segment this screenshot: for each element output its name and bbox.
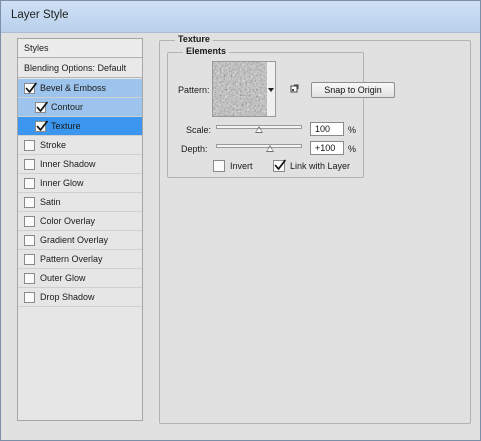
style-item-checkbox[interactable]	[24, 140, 35, 151]
scale-input[interactable]: 100	[310, 122, 344, 136]
style-item-checkbox[interactable]	[24, 159, 35, 170]
invert-label: Invert	[230, 161, 253, 171]
blending-options-item[interactable]: Blending Options: Default	[18, 59, 142, 78]
style-item-label: Drop Shadow	[40, 292, 95, 302]
scale-label: Scale:	[186, 125, 212, 135]
style-item-label: Texture	[51, 121, 81, 131]
depth-slider-thumb[interactable]	[266, 145, 275, 152]
depth-slider-track[interactable]	[216, 144, 302, 148]
style-item-checkbox[interactable]	[24, 273, 35, 284]
checkmark-icon	[36, 120, 48, 131]
style-item-checkbox[interactable]	[24, 292, 35, 303]
depth-label: Depth:	[181, 144, 208, 154]
checkmark-icon	[36, 101, 48, 112]
style-item-drop-shadow[interactable]: Drop Shadow	[18, 288, 142, 307]
style-item-bevel-emboss[interactable]: Bevel & Emboss	[18, 79, 142, 98]
style-item-checkbox[interactable]	[24, 254, 35, 265]
elements-title: Elements	[183, 46, 230, 56]
style-item-checkbox[interactable]	[24, 82, 37, 94]
style-item-checkbox[interactable]	[24, 178, 35, 189]
scale-percent-sign: %	[348, 125, 357, 135]
style-item-label: Outer Glow	[40, 273, 86, 283]
style-item-checkbox[interactable]	[35, 101, 48, 113]
style-item-label: Inner Glow	[40, 178, 84, 188]
style-item-label: Pattern Overlay	[40, 254, 103, 264]
checkmark-icon	[274, 159, 286, 170]
new-preset-icon[interactable]	[290, 84, 300, 94]
style-item-label: Gradient Overlay	[40, 235, 109, 245]
blending-options-label: Blending Options: Default	[24, 63, 127, 73]
style-item-inner-shadow[interactable]: Inner Shadow	[18, 155, 142, 174]
snap-to-origin-button[interactable]: Snap to Origin	[311, 82, 395, 98]
style-item-label: Inner Shadow	[40, 159, 96, 169]
styles-header[interactable]: Styles	[18, 39, 142, 58]
style-item-checkbox[interactable]	[24, 235, 35, 246]
style-item-label: Stroke	[40, 140, 67, 150]
title-bar: Layer Style	[1, 1, 480, 33]
style-item-inner-glow[interactable]: Inner Glow	[18, 174, 142, 193]
style-item-outer-glow[interactable]: Outer Glow	[18, 269, 142, 288]
style-item-contour[interactable]: Contour	[18, 98, 142, 117]
style-item-stroke[interactable]: Stroke	[18, 136, 142, 155]
link-with-layer-label: Link with Layer	[290, 161, 351, 171]
pattern-dropdown-button[interactable]	[267, 61, 276, 117]
checkmark-icon	[25, 82, 37, 93]
invert-checkbox[interactable]	[213, 160, 225, 172]
pattern-swatch[interactable]	[212, 61, 268, 117]
dialog-title: Layer Style	[11, 9, 69, 21]
scale-slider-thumb[interactable]	[255, 126, 263, 133]
depth-percent-sign: %	[348, 144, 357, 154]
style-item-satin[interactable]: Satin	[18, 193, 142, 212]
style-item-pattern-overlay[interactable]: Pattern Overlay	[18, 250, 142, 269]
style-item-checkbox[interactable]	[24, 216, 35, 227]
style-item-label: Contour	[51, 102, 84, 112]
style-item-texture[interactable]: Texture	[18, 117, 142, 136]
style-item-label: Satin	[40, 197, 61, 207]
style-item-checkbox[interactable]	[35, 120, 48, 132]
style-item-label: Bevel & Emboss	[40, 83, 107, 93]
style-item-gradient-overlay[interactable]: Gradient Overlay	[18, 231, 142, 250]
pattern-texture-image	[213, 62, 267, 116]
link-with-layer-checkbox[interactable]	[273, 159, 286, 172]
style-item-label: Color Overlay	[40, 216, 96, 226]
pattern-label: Pattern:	[178, 85, 210, 95]
layer-style-dialog: Layer Style Styles Blending Options: Def…	[0, 0, 481, 441]
styles-list: Styles Blending Options: Default Bevel &…	[17, 38, 143, 421]
depth-input[interactable]: +100	[310, 141, 344, 155]
texture-section-title: Texture	[175, 34, 213, 44]
style-item-color-overlay[interactable]: Color Overlay	[18, 212, 142, 231]
style-item-checkbox[interactable]	[24, 197, 35, 208]
styles-header-label: Styles	[24, 43, 49, 53]
chevron-down-icon	[268, 88, 274, 92]
